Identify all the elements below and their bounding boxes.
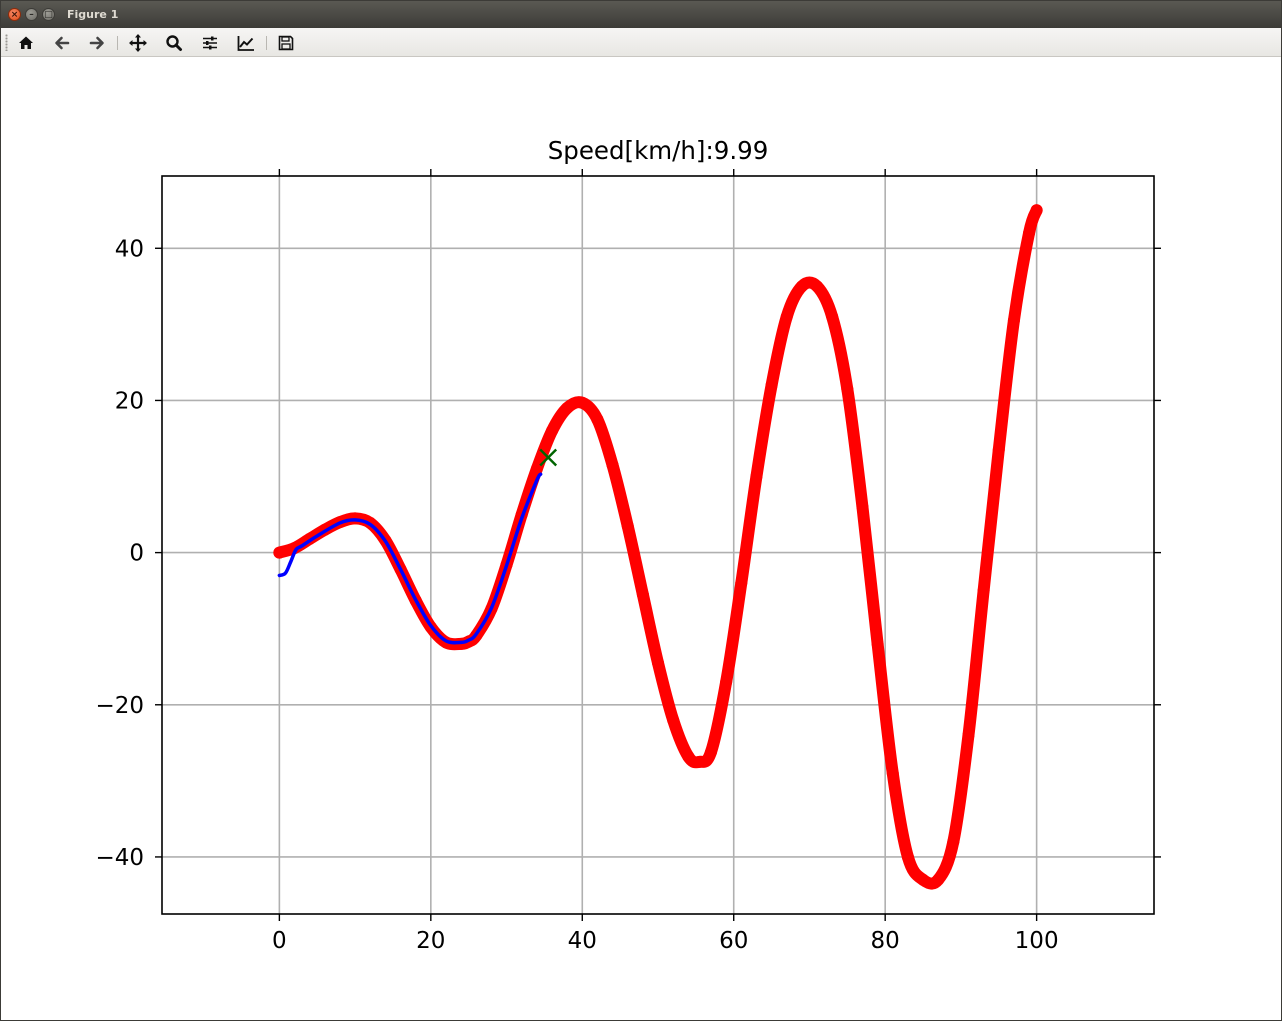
arrow-left-icon (55, 36, 70, 50)
navigation-toolbar (1, 28, 1281, 57)
red-point (591, 413, 604, 426)
save-button[interactable] (275, 32, 297, 54)
red-point (917, 873, 930, 886)
zoom-button[interactable] (163, 32, 185, 54)
figure-window: × – □ Figure 1 Speed[km/h]:9.99 0 20 40 … (0, 0, 1282, 1021)
chart-title: Speed[km/h]:9.99 (548, 136, 769, 165)
x-tick-label: 40 (568, 928, 597, 954)
floppy-disk-icon (278, 35, 294, 51)
red-point (667, 713, 680, 726)
red-point (841, 383, 854, 396)
red-point (652, 656, 664, 669)
magnifier-icon (166, 35, 182, 51)
red-point (720, 675, 733, 688)
move-arrows-icon (129, 34, 147, 52)
x-tick-label: 100 (1015, 928, 1059, 954)
red-point (576, 396, 589, 409)
red-point (826, 310, 839, 323)
window-maximize-button[interactable]: □ (42, 8, 55, 21)
red-point (750, 470, 763, 483)
red-point (765, 379, 778, 392)
arrow-right-icon (89, 36, 104, 50)
red-point (682, 750, 695, 763)
red-point (992, 443, 1005, 456)
y-tick-label: −40 (95, 845, 144, 871)
y-tick-label: 20 (115, 388, 144, 414)
red-point (962, 729, 975, 742)
x-tick-label: 80 (871, 928, 900, 954)
y-tick-label: 0 (129, 541, 144, 567)
plot-series (273, 204, 1043, 890)
red-point (977, 584, 990, 597)
y-tick-label: 40 (115, 236, 144, 262)
red-point (1007, 314, 1020, 327)
red-point (636, 588, 649, 601)
axis-ticks: 0 20 40 60 80 100 −40 −20 0 20 40 (95, 169, 1161, 954)
window-title: Figure 1 (67, 8, 119, 21)
red-point (693, 755, 706, 768)
back-button[interactable] (51, 32, 73, 54)
red-dotted-trajectory (273, 204, 1043, 890)
window-close-button[interactable]: × (8, 8, 21, 21)
red-point (932, 873, 945, 886)
red-point (621, 519, 634, 532)
red-point (1030, 204, 1043, 217)
blue-trajectory-line (277, 472, 543, 645)
pan-button[interactable] (127, 32, 149, 54)
red-point (795, 280, 808, 293)
red-point (561, 402, 574, 415)
subplots-button[interactable] (199, 32, 221, 54)
window-minimize-button[interactable]: – (25, 8, 38, 21)
line-chart-icon (237, 36, 254, 51)
red-point (871, 637, 884, 650)
red-point (545, 424, 558, 437)
red-point (856, 500, 869, 513)
forward-button[interactable] (86, 32, 108, 54)
title-bar[interactable]: × – □ Figure 1 (1, 1, 1281, 28)
red-point (273, 546, 286, 559)
home-icon (19, 36, 33, 49)
red-point (1023, 227, 1036, 240)
red-point (886, 767, 899, 780)
figure-canvas[interactable]: Speed[km/h]:9.99 0 20 40 60 80 100 −40 −20 0 20 40 (1, 58, 1281, 1020)
red-point (606, 459, 619, 472)
sliders-icon (203, 36, 217, 50)
x-tick-label: 0 (272, 928, 287, 954)
red-point (735, 577, 748, 590)
x-tick-label: 20 (416, 928, 445, 954)
toolbar-separator (266, 36, 267, 50)
toolbar-grip[interactable] (5, 34, 8, 51)
x-tick-label: 60 (719, 928, 748, 954)
chart[interactable]: Speed[km/h]:9.99 0 20 40 60 80 100 −40 −20 0 20 40 (1, 58, 1281, 1020)
red-point (811, 280, 824, 293)
home-button[interactable] (15, 32, 37, 54)
red-point (901, 850, 914, 863)
red-point (947, 835, 960, 848)
toolbar-separator (117, 36, 118, 50)
y-tick-label: −20 (95, 693, 144, 719)
red-point (705, 745, 718, 758)
edit-axes-button[interactable] (235, 32, 257, 54)
red-point (780, 310, 793, 323)
